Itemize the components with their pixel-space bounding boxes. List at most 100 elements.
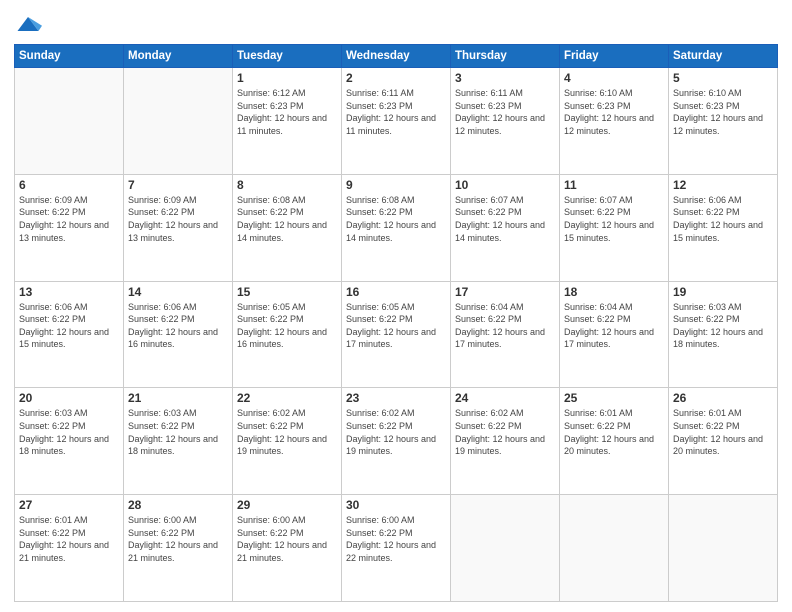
- day-info: Sunrise: 6:06 AM Sunset: 6:22 PM Dayligh…: [673, 194, 773, 244]
- day-cell: 26 Sunrise: 6:01 AM Sunset: 6:22 PM Dayli…: [669, 388, 778, 495]
- day-cell: [451, 495, 560, 602]
- day-cell: 2 Sunrise: 6:11 AM Sunset: 6:23 PM Daylig…: [342, 68, 451, 175]
- week-row-3: 13 Sunrise: 6:06 AM Sunset: 6:22 PM Dayli…: [15, 281, 778, 388]
- day-cell: 6 Sunrise: 6:09 AM Sunset: 6:22 PM Daylig…: [15, 174, 124, 281]
- day-number: 26: [673, 391, 773, 405]
- day-cell: 19 Sunrise: 6:03 AM Sunset: 6:22 PM Dayli…: [669, 281, 778, 388]
- day-cell: [669, 495, 778, 602]
- day-cell: 13Sunrise: 6:06 AM Sunset: 6:22 PM Dayli…: [15, 281, 124, 388]
- day-number: 12: [673, 178, 773, 192]
- day-cell: 8 Sunrise: 6:08 AM Sunset: 6:22 PM Daylig…: [233, 174, 342, 281]
- page: SundayMondayTuesdayWednesdayThursdayFrid…: [0, 0, 792, 612]
- day-number: 13: [19, 285, 119, 299]
- day-info: Sunrise: 6:11 AM Sunset: 6:23 PM Dayligh…: [346, 87, 446, 137]
- calendar-table: SundayMondayTuesdayWednesdayThursdayFrid…: [14, 44, 778, 602]
- day-cell: 20Sunrise: 6:03 AM Sunset: 6:22 PM Dayli…: [15, 388, 124, 495]
- calendar-header: SundayMondayTuesdayWednesdayThursdayFrid…: [15, 45, 778, 68]
- day-cell: 24 Sunrise: 6:02 AM Sunset: 6:22 PM Dayli…: [451, 388, 560, 495]
- day-info: Sunrise: 6:04 AM Sunset: 6:22 PM Dayligh…: [455, 301, 555, 351]
- day-info: Sunrise: 6:03 AM Sunset: 6:22 PM Dayligh…: [128, 407, 228, 457]
- day-info: Sunrise: 6:01 AM Sunset: 6:22 PM Dayligh…: [564, 407, 664, 457]
- day-cell: 22 Sunrise: 6:02 AM Sunset: 6:22 PM Dayli…: [233, 388, 342, 495]
- day-number: 21: [128, 391, 228, 405]
- day-info: Sunrise: 6:02 AM Sunset: 6:22 PM Dayligh…: [346, 407, 446, 457]
- day-number: 22: [237, 391, 337, 405]
- day-cell: 17Sunrise: 6:04 AM Sunset: 6:22 PM Dayli…: [451, 281, 560, 388]
- day-cell: 11 Sunrise: 6:07 AM Sunset: 6:22 PM Dayli…: [560, 174, 669, 281]
- day-number: 27: [19, 498, 119, 512]
- day-info: Sunrise: 6:09 AM Sunset: 6:22 PM Dayligh…: [128, 194, 228, 244]
- day-cell: 29 Sunrise: 6:00 AM Sunset: 6:22 PM Dayli…: [233, 495, 342, 602]
- day-info: Sunrise: 6:01 AM Sunset: 6:22 PM Dayligh…: [19, 514, 119, 564]
- day-cell: 16 Sunrise: 6:05 AM Sunset: 6:22 PM Dayli…: [342, 281, 451, 388]
- day-info: Sunrise: 6:05 AM Sunset: 6:22 PM Dayligh…: [237, 301, 337, 351]
- day-number: 5: [673, 71, 773, 85]
- day-number: 2: [346, 71, 446, 85]
- day-cell: 4 Sunrise: 6:10 AM Sunset: 6:23 PM Daylig…: [560, 68, 669, 175]
- week-row-4: 20 Sunrise: 6:03 AM Sunset: 6:22 PM Dayli…: [15, 388, 778, 495]
- day-info: Sunrise: 6:08 AM Sunset: 6:22 PM Dayligh…: [346, 194, 446, 244]
- day-info: Sunrise: 6:00 AM Sunset: 6:22 PM Dayligh…: [237, 514, 337, 564]
- day-number: 10: [455, 178, 555, 192]
- day-cell: 12 Sunrise: 6:06 AM Sunset: 6:22 PM Dayli…: [669, 174, 778, 281]
- logo: [14, 10, 46, 38]
- header-cell-monday: Monday: [124, 45, 233, 68]
- day-info: Sunrise: 6:07 AM Sunset: 6:22 PM Dayligh…: [564, 194, 664, 244]
- day-number: 29: [237, 498, 337, 512]
- day-cell: 21 Sunrise: 6:03 AM Sunset: 6:22 PM Dayli…: [124, 388, 233, 495]
- day-number: 20: [19, 391, 119, 405]
- day-number: 23: [346, 391, 446, 405]
- day-info: Sunrise: 6:01 AM Sunset: 6:22 PM Dayligh…: [673, 407, 773, 457]
- day-info: Sunrise: 6:02 AM Sunset: 6:22 PM Dayligh…: [455, 407, 555, 457]
- day-info: Sunrise: 6:10 AM Sunset: 6:23 PM Dayligh…: [564, 87, 664, 137]
- day-cell: 28Sunrise: 6:00 AM Sunset: 6:22 PM Dayli…: [124, 495, 233, 602]
- day-number: 1: [237, 71, 337, 85]
- header: [14, 10, 778, 38]
- day-info: Sunrise: 6:11 AM Sunset: 6:23 PM Dayligh…: [455, 87, 555, 137]
- day-info: Sunrise: 6:12 AM Sunset: 6:23 PM Dayligh…: [237, 87, 337, 137]
- day-cell: [15, 68, 124, 175]
- day-cell: 25 Sunrise: 6:01 AM Sunset: 6:22 PM Dayli…: [560, 388, 669, 495]
- day-cell: [560, 495, 669, 602]
- day-info: Sunrise: 6:02 AM Sunset: 6:22 PM Dayligh…: [237, 407, 337, 457]
- day-number: 16: [346, 285, 446, 299]
- day-info: Sunrise: 6:06 AM Sunset: 6:22 PM Dayligh…: [128, 301, 228, 351]
- header-cell-saturday: Saturday: [669, 45, 778, 68]
- day-cell: 10Sunrise: 6:07 AM Sunset: 6:22 PM Dayli…: [451, 174, 560, 281]
- day-info: Sunrise: 6:03 AM Sunset: 6:22 PM Dayligh…: [673, 301, 773, 351]
- day-cell: 3 Sunrise: 6:11 AM Sunset: 6:23 PM Daylig…: [451, 68, 560, 175]
- day-number: 28: [128, 498, 228, 512]
- day-number: 19: [673, 285, 773, 299]
- week-row-1: 1 Sunrise: 6:12 AM Sunset: 6:23 PM Daylig…: [15, 68, 778, 175]
- day-info: Sunrise: 6:05 AM Sunset: 6:22 PM Dayligh…: [346, 301, 446, 351]
- day-number: 24: [455, 391, 555, 405]
- day-cell: 23 Sunrise: 6:02 AM Sunset: 6:22 PM Dayli…: [342, 388, 451, 495]
- header-cell-wednesday: Wednesday: [342, 45, 451, 68]
- header-cell-thursday: Thursday: [451, 45, 560, 68]
- day-cell: 27 Sunrise: 6:01 AM Sunset: 6:22 PM Dayli…: [15, 495, 124, 602]
- day-number: 14: [128, 285, 228, 299]
- day-number: 7: [128, 178, 228, 192]
- day-info: Sunrise: 6:10 AM Sunset: 6:23 PM Dayligh…: [673, 87, 773, 137]
- day-cell: 18Sunrise: 6:04 AM Sunset: 6:22 PM Dayli…: [560, 281, 669, 388]
- day-number: 15: [237, 285, 337, 299]
- day-number: 18: [564, 285, 664, 299]
- logo-icon: [14, 10, 42, 38]
- day-number: 9: [346, 178, 446, 192]
- day-number: 8: [237, 178, 337, 192]
- day-cell: 14 Sunrise: 6:06 AM Sunset: 6:22 PM Dayli…: [124, 281, 233, 388]
- header-row: SundayMondayTuesdayWednesdayThursdayFrid…: [15, 45, 778, 68]
- day-info: Sunrise: 6:08 AM Sunset: 6:22 PM Dayligh…: [237, 194, 337, 244]
- calendar-body: 1 Sunrise: 6:12 AM Sunset: 6:23 PM Daylig…: [15, 68, 778, 602]
- header-cell-sunday: Sunday: [15, 45, 124, 68]
- day-number: 6: [19, 178, 119, 192]
- week-row-2: 6 Sunrise: 6:09 AM Sunset: 6:22 PM Daylig…: [15, 174, 778, 281]
- day-number: 11: [564, 178, 664, 192]
- day-cell: [124, 68, 233, 175]
- day-number: 25: [564, 391, 664, 405]
- day-number: 4: [564, 71, 664, 85]
- day-info: Sunrise: 6:09 AM Sunset: 6:22 PM Dayligh…: [19, 194, 119, 244]
- week-row-5: 27 Sunrise: 6:01 AM Sunset: 6:22 PM Dayli…: [15, 495, 778, 602]
- day-number: 3: [455, 71, 555, 85]
- header-cell-friday: Friday: [560, 45, 669, 68]
